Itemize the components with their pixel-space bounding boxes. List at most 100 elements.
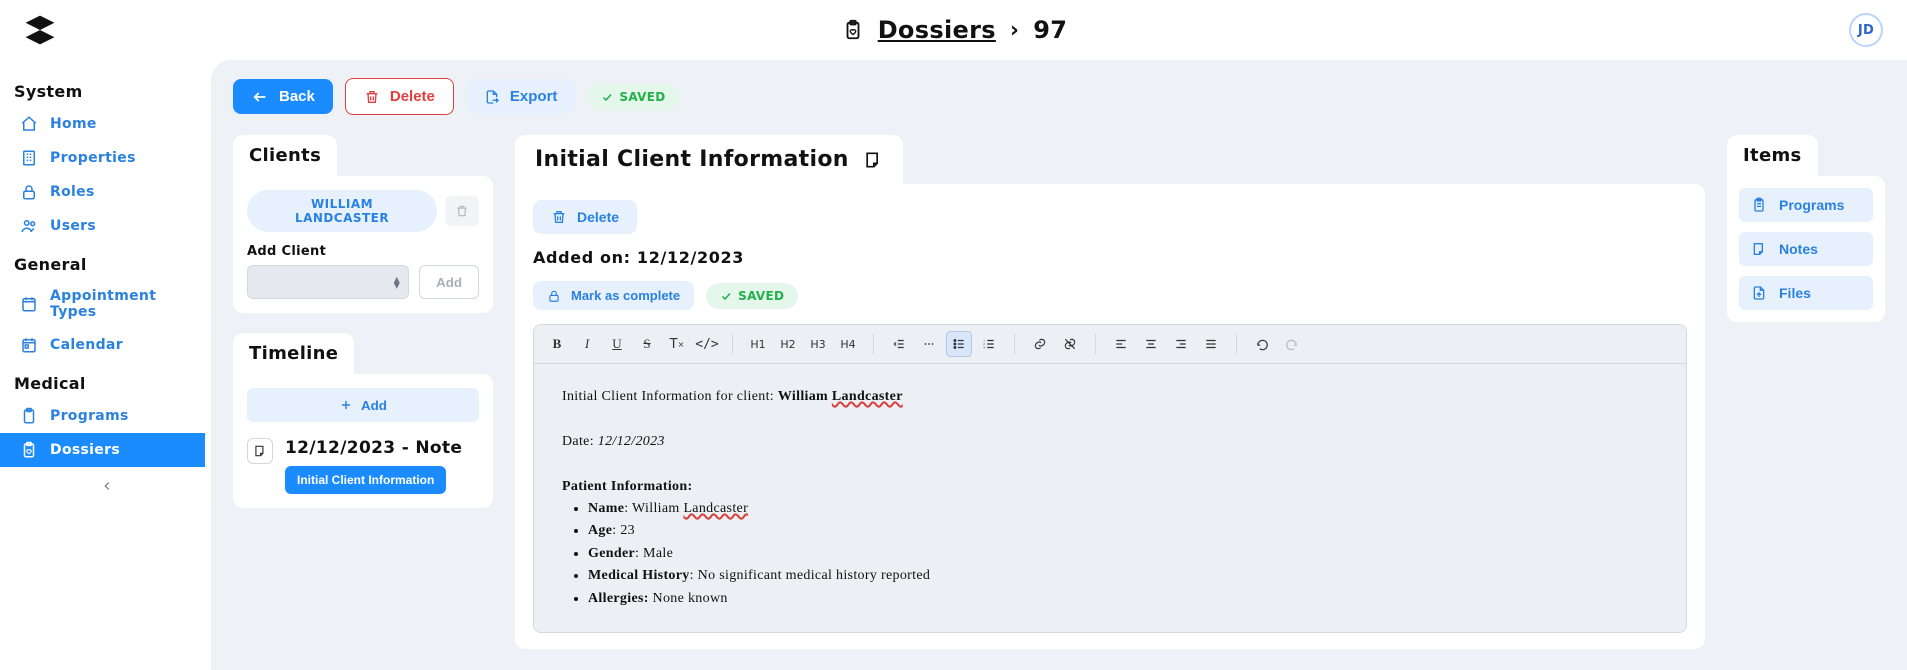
sidebar-item-properties[interactable]: Properties — [8, 141, 205, 175]
h4-button[interactable]: H4 — [835, 331, 861, 357]
mark-complete-button[interactable]: Mark as complete — [533, 281, 694, 310]
sidebar-item-label: Dossiers — [50, 442, 120, 458]
editor-canvas[interactable]: Initial Client Information for client: W… — [534, 364, 1686, 632]
back-button[interactable]: Back — [233, 79, 333, 114]
ordered-list-button[interactable]: 123 — [976, 331, 1002, 357]
editor-toolbar: B I U S T× </> H1 H2 H3 — [534, 325, 1686, 364]
sidebar-item-label: Appointment Types — [50, 288, 193, 320]
clipboard-heart-icon — [20, 441, 38, 459]
client-chip[interactable]: WILLIAM LANDCASTER — [247, 190, 437, 232]
doc-mh-key: Medical History — [588, 568, 690, 583]
code-button[interactable]: </> — [694, 331, 720, 357]
breadcrumb-id: 97 — [1033, 16, 1067, 44]
breadcrumb-sep: › — [1010, 18, 1019, 43]
timeline-add-button[interactable]: Add — [247, 388, 479, 422]
doc-al-key: Allergies: — [588, 591, 649, 606]
sidebar: System Home Properties Roles Users Gener… — [0, 60, 205, 670]
underline-button[interactable]: U — [604, 331, 630, 357]
doc-line1-name2: Landcaster — [832, 389, 903, 404]
sidebar-item-appointment-types[interactable]: Appointment Types — [8, 280, 205, 328]
back-button-label: Back — [279, 88, 315, 105]
sidebar-item-roles[interactable]: Roles — [8, 175, 205, 209]
hr-button[interactable] — [916, 331, 942, 357]
bullet-list-button[interactable] — [946, 331, 972, 357]
align-center-button[interactable] — [1138, 331, 1164, 357]
timeline-item: 12/12/2023 - Note Initial Client Informa… — [247, 438, 479, 494]
sidebar-item-label: Properties — [50, 150, 136, 166]
undo-button[interactable] — [1249, 331, 1275, 357]
sidebar-collapse[interactable] — [8, 479, 205, 493]
clipboard-icon — [20, 407, 38, 425]
add-client-button[interactable]: Add — [419, 265, 479, 299]
sidebar-item-dossiers[interactable]: Dossiers — [0, 433, 205, 467]
added-on-label: Added on: — [533, 248, 637, 267]
timeline-add-label: Add — [361, 398, 387, 413]
h2-button[interactable]: H2 — [775, 331, 801, 357]
align-justify-button[interactable] — [1198, 331, 1224, 357]
doc-name-v2: Landcaster — [683, 501, 748, 516]
doc-gender-key: Gender — [588, 546, 635, 561]
lock-icon — [20, 183, 38, 201]
items-notes-button[interactable]: Notes — [1739, 232, 1873, 266]
sidebar-item-users[interactable]: Users — [8, 209, 205, 243]
client-chip-remove[interactable] — [445, 196, 479, 226]
doc-line1-name1: William — [778, 389, 832, 404]
editor: B I U S T× </> H1 H2 H3 — [533, 324, 1687, 633]
export-button[interactable]: Export — [466, 79, 576, 114]
doc-name-v1: : William — [624, 501, 683, 516]
note-delete-button[interactable]: Delete — [533, 200, 637, 234]
calendar-icon — [20, 295, 38, 313]
link-button[interactable] — [1027, 331, 1053, 357]
timeline-item-note-button[interactable]: Initial Client Information — [285, 466, 446, 494]
align-left-button[interactable] — [1108, 331, 1134, 357]
note-saved-pill: SAVED — [706, 283, 798, 309]
sidebar-item-calendar[interactable]: Calendar — [8, 328, 205, 362]
saved-pill: SAVED — [587, 84, 679, 110]
sidebar-group-medical: Medical — [8, 368, 205, 399]
doc-al-v: None known — [649, 591, 728, 606]
strike-button[interactable]: S — [634, 331, 660, 357]
avatar[interactable]: JD — [1849, 13, 1883, 47]
items-tab: Items — [1727, 135, 1818, 176]
note-tab: Initial Client Information — [515, 135, 903, 184]
doc-age-v: : 23 — [612, 523, 635, 538]
sidebar-item-programs[interactable]: Programs — [8, 399, 205, 433]
bold-button[interactable]: B — [544, 331, 570, 357]
h1-button[interactable]: H1 — [745, 331, 771, 357]
svg-text:3: 3 — [983, 346, 985, 350]
items-files-label: Files — [1779, 285, 1811, 301]
outdent-button[interactable] — [886, 331, 912, 357]
sidebar-item-label: Home — [50, 116, 97, 132]
h3-button[interactable]: H3 — [805, 331, 831, 357]
sidebar-item-label: Calendar — [50, 337, 123, 353]
delete-button[interactable]: Delete — [345, 78, 454, 115]
align-right-button[interactable] — [1168, 331, 1194, 357]
note-icon — [247, 438, 273, 464]
add-client-select[interactable]: ▴▾ — [247, 265, 409, 299]
home-icon — [20, 115, 38, 133]
saved-label: SAVED — [619, 90, 665, 104]
breadcrumb: Dossiers › 97 — [60, 16, 1849, 44]
note-delete-label: Delete — [577, 209, 619, 225]
note-icon — [863, 150, 883, 170]
clients-tab: Clients — [233, 135, 337, 176]
main-area: Back Delete Export SAVED Clients — [211, 60, 1907, 670]
sidebar-item-label: Users — [50, 218, 96, 234]
redo-button[interactable] — [1279, 331, 1305, 357]
clear-format-button[interactable]: T× — [664, 331, 690, 357]
unlink-button[interactable] — [1057, 331, 1083, 357]
sidebar-item-label: Programs — [50, 408, 129, 424]
sidebar-item-home[interactable]: Home — [8, 107, 205, 141]
doc-gender-v: : Male — [635, 546, 673, 561]
doc-name-key: Name — [588, 501, 624, 516]
doc-line2-pre: Date: — [562, 434, 598, 449]
note-saved-label: SAVED — [738, 289, 784, 303]
breadcrumb-root[interactable]: Dossiers — [878, 16, 996, 44]
export-button-label: Export — [510, 88, 558, 105]
sidebar-group-general: General — [8, 249, 205, 280]
items-programs-button[interactable]: Programs — [1739, 188, 1873, 222]
italic-button[interactable]: I — [574, 331, 600, 357]
note-tab-title: Initial Client Information — [535, 147, 849, 172]
doc-line1-pre: Initial Client Information for client: — [562, 389, 778, 404]
items-files-button[interactable]: Files — [1739, 276, 1873, 310]
